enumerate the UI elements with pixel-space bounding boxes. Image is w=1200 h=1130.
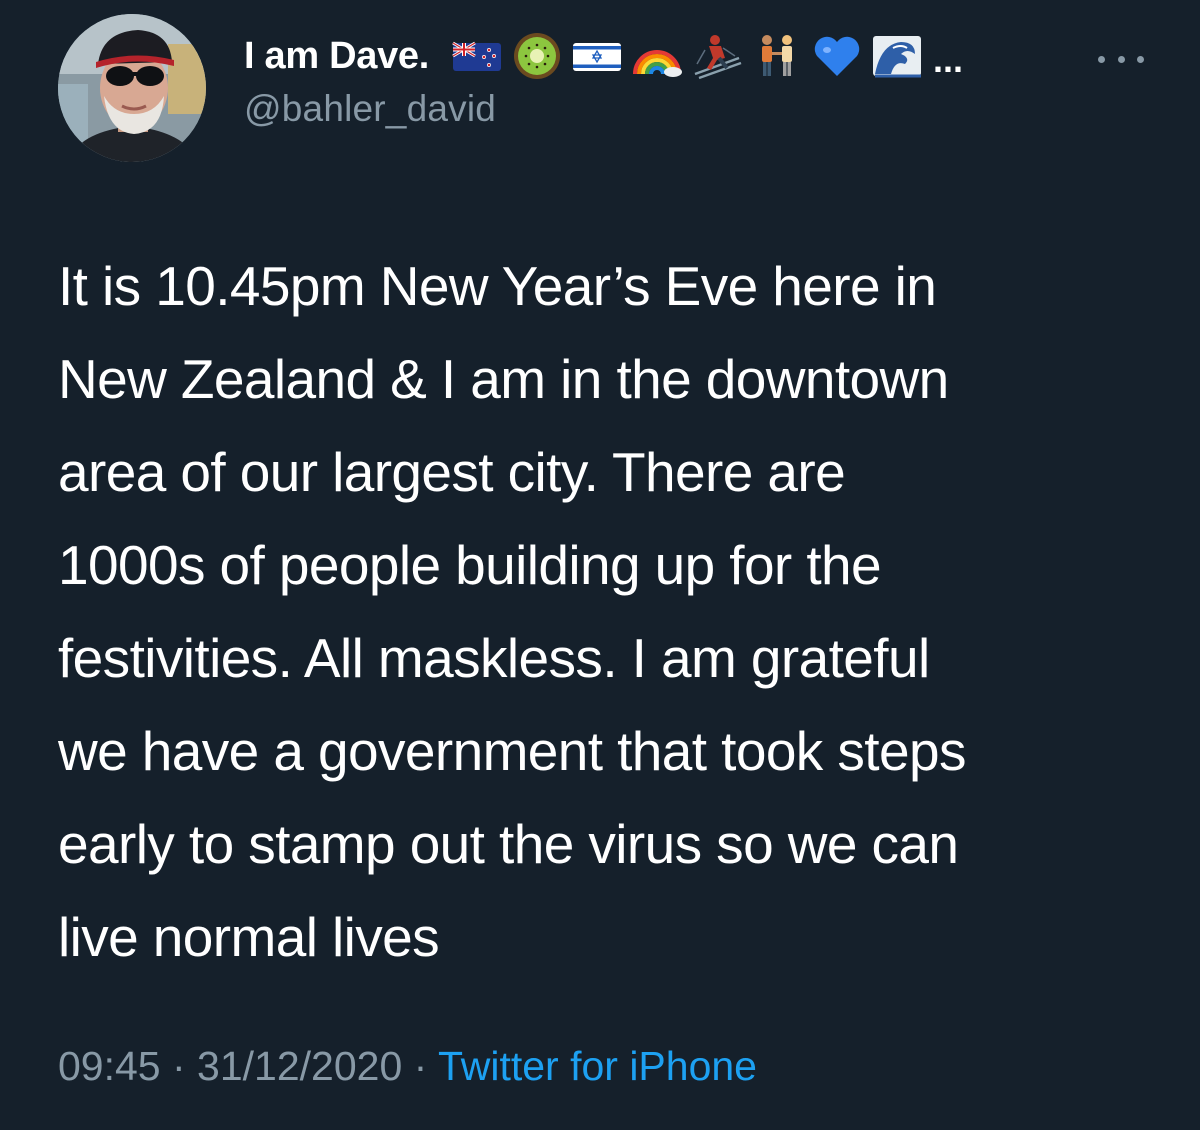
tweet-text-line: festivities. All maskless. I am grateful: [58, 627, 930, 689]
rainbow-icon: [631, 30, 683, 82]
tweet-text-line: New Zealand & I am in the downtown: [58, 348, 949, 410]
author-handle[interactable]: @bahler_david: [244, 88, 1104, 130]
tweet-source-link[interactable]: Twitter for iPhone: [438, 1043, 757, 1089]
tweet-header: I am Dave. ... @bahler_david: [58, 14, 1158, 164]
name-truncation: ...: [933, 39, 964, 80]
tweet-text-line: we have a government that took steps: [58, 720, 966, 782]
display-name-row: I am Dave. ...: [244, 30, 1104, 82]
tweet-text-line: area of our largest city. There are: [58, 441, 846, 503]
israel-flag-icon: [571, 30, 623, 82]
blue-heart-icon: [811, 30, 863, 82]
tweet-text: It is 10.45pm New Year’s Eve here in New…: [58, 240, 1158, 984]
more-options-button[interactable]: [1098, 44, 1144, 74]
meta-separator: ·: [160, 1043, 198, 1089]
tweet-metadata: 09:45 · 31/12/2020 · Twitter for iPhone: [58, 1043, 757, 1090]
tweet-text-line: live normal lives: [58, 906, 440, 968]
tweet-time[interactable]: 09:45: [58, 1043, 161, 1089]
new-zealand-flag-icon: [451, 30, 503, 82]
tweet-card: I am Dave. ... @bahler_david It is 10.45…: [0, 0, 1200, 1130]
tweet-date[interactable]: 31/12/2020: [197, 1043, 402, 1089]
avatar[interactable]: [58, 14, 206, 162]
kiwi-fruit-icon: [511, 30, 563, 82]
water-wave-icon: [871, 30, 923, 82]
tweet-text-line: It is 10.45pm New Year’s Eve here in: [58, 255, 937, 317]
name-emojis: ...: [451, 30, 963, 82]
skier-icon: [691, 30, 743, 82]
tweet-text-line: early to stamp out the virus so we can: [58, 813, 959, 875]
tweet-text-line: 1000s of people building up for the: [58, 534, 882, 596]
meta-separator: ·: [402, 1043, 438, 1089]
more-dot-icon: [1117, 55, 1125, 63]
more-dot-icon: [1098, 55, 1105, 63]
avatar-photo: [58, 14, 206, 162]
more-dot-icon: [1137, 55, 1144, 63]
display-name[interactable]: I am Dave.: [244, 35, 429, 78]
two-men-holding-hands-icon: [751, 30, 803, 82]
author-names: I am Dave. ... @bahler_david: [244, 30, 1104, 130]
